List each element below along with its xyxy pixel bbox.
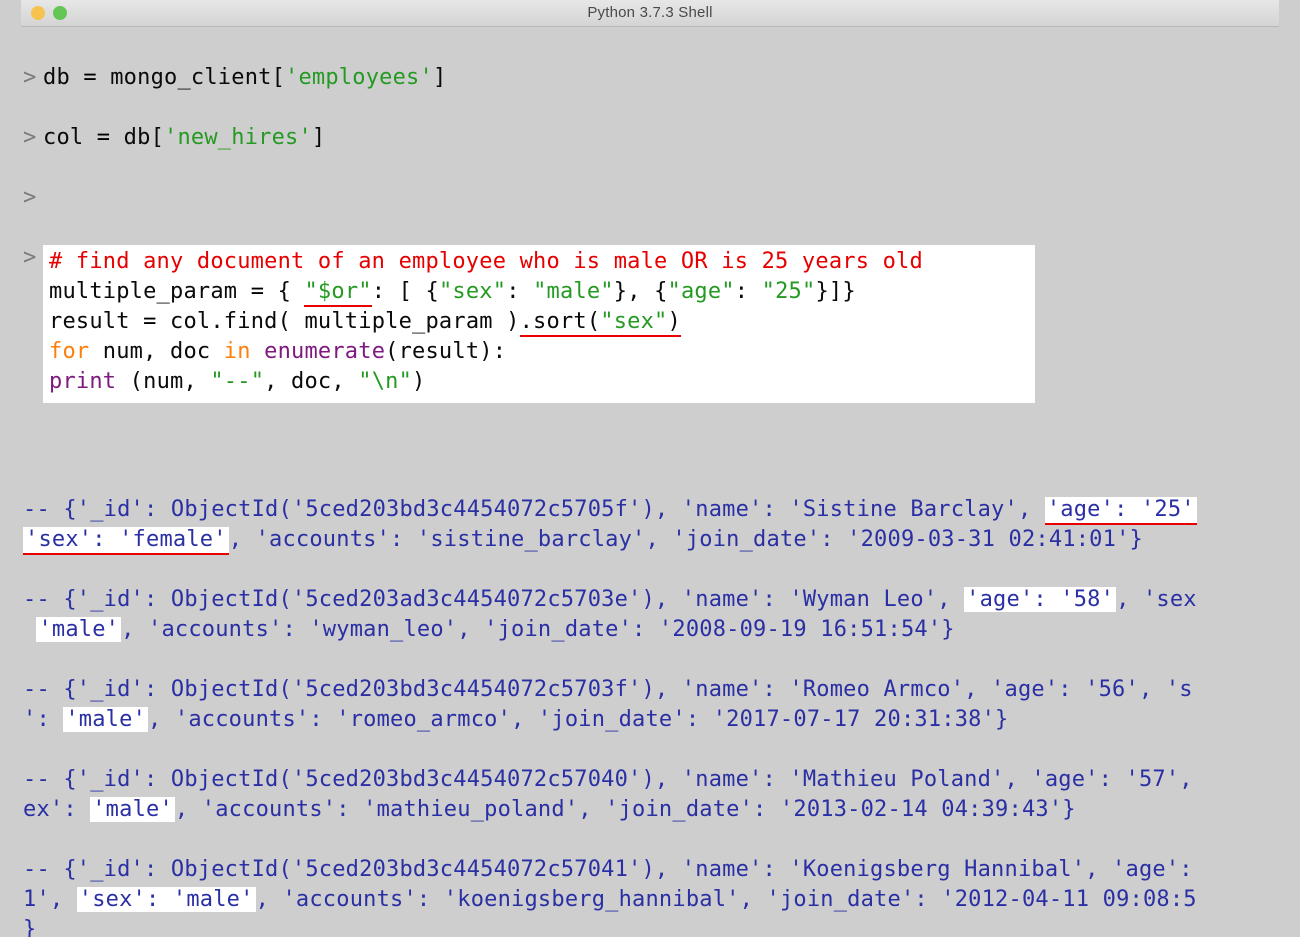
python-shell-window: Python 3.7.3 Shell >db = mongo_client['e…: [21, 0, 1279, 937]
output-record: -- {'_id': ObjectId('5ced203ad3c4454072c…: [23, 587, 1197, 642]
code-line: >: [23, 183, 1279, 213]
code-line: ># find any document of an employee who …: [23, 243, 1279, 405]
highlighted-sex: 'sex': 'female': [23, 527, 229, 555]
output-record: -- {'_id': ObjectId('5ced203bd3c4454072c…: [23, 857, 1197, 937]
prompt-marker: >: [23, 243, 43, 405]
prompt-marker: >: [23, 63, 43, 93]
code-line: >db = mongo_client['employees']: [23, 63, 1279, 93]
shell-content[interactable]: >db = mongo_client['employees'] >col = d…: [21, 27, 1279, 937]
prompt-marker: >: [23, 123, 43, 153]
output-record: -- {'_id': ObjectId('5ced203bd3c4454072c…: [23, 497, 1197, 555]
highlighted-code-block: # find any document of an employee who i…: [43, 245, 1035, 403]
code-comment: # find any document of an employee who i…: [49, 249, 923, 274]
sort-call: .sort("sex"): [520, 309, 681, 337]
highlighted-age: 'age': '58': [964, 587, 1116, 612]
highlighted-sex: 'male': [63, 707, 148, 732]
highlighted-sex: 'male': [90, 797, 175, 822]
zoom-icon[interactable]: [53, 6, 67, 20]
output-record: -- {'_id': ObjectId('5ced203bd3c4454072c…: [23, 767, 1193, 822]
code-line: >col = db['new_hires']: [23, 123, 1279, 153]
highlighted-age: 'age': '25': [1045, 497, 1197, 525]
highlighted-sex: 'sex': 'male': [77, 887, 256, 912]
window-title: Python 3.7.3 Shell: [21, 0, 1279, 28]
window-titlebar: Python 3.7.3 Shell: [21, 0, 1279, 27]
minimize-icon[interactable]: [31, 6, 45, 20]
prompt-marker: >: [23, 183, 43, 213]
highlighted-sex: 'male': [36, 617, 121, 642]
or-operator: "$or": [304, 279, 371, 307]
output-record: -- {'_id': ObjectId('5ced203bd3c4454072c…: [23, 677, 1193, 732]
